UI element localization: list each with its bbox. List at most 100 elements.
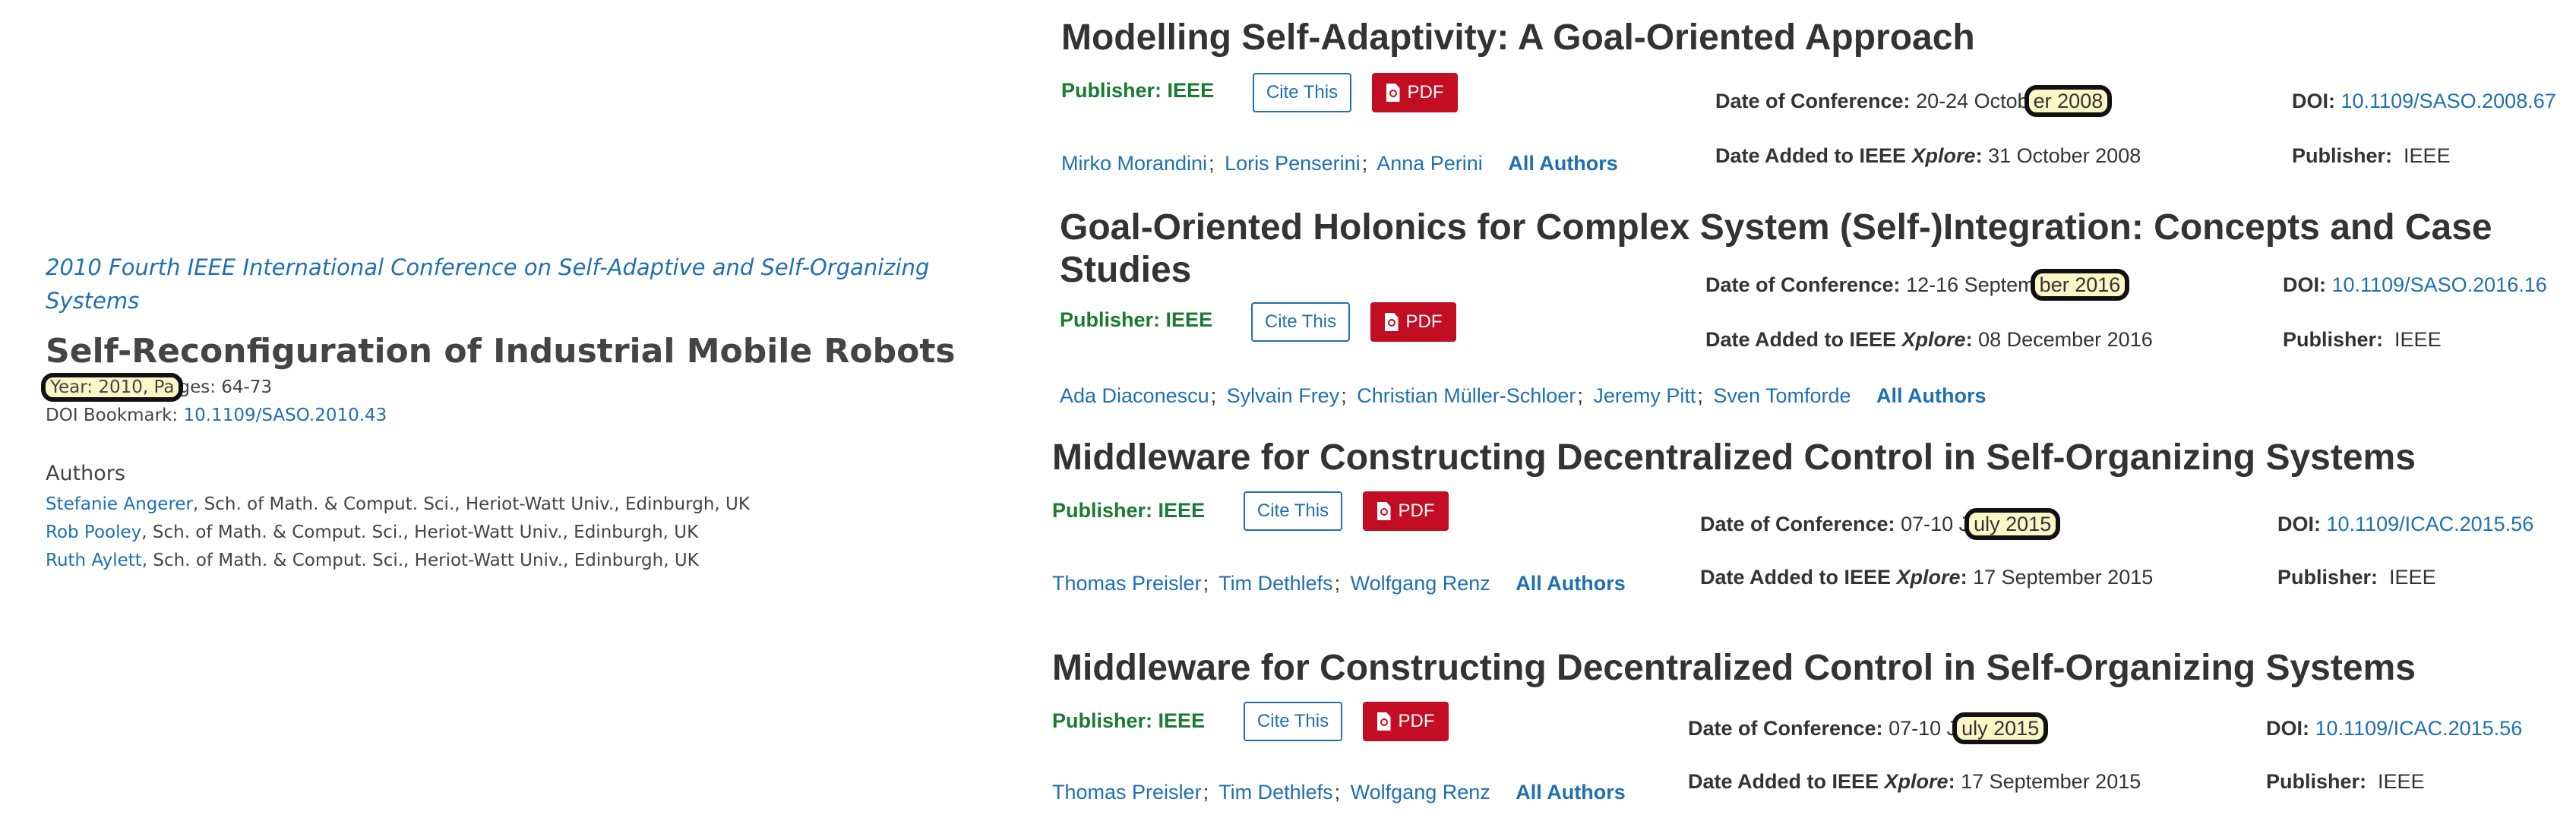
date-added-value: 31 October 2008 <box>1988 144 2141 167</box>
year-highlight: uly 2015 <box>1964 508 2061 540</box>
result-item-2: Goal-Oriented Holonics for Complex Syste… <box>1060 207 2564 412</box>
pdf-icon <box>1384 313 1399 331</box>
date-of-conference: Date of Conference: 07-10 July 2015 <box>1700 508 2061 540</box>
date-added: Date Added to IEEE Xplore: 17 September … <box>1700 566 2154 589</box>
publisher-label: Publisher: <box>1060 308 1161 331</box>
publisher-row: Publisher: IEEE <box>1052 499 1205 522</box>
result-title[interactable]: Middleware for Constructing Decentralize… <box>1052 647 2416 690</box>
date-added-label: Date Added to IEEE <box>1688 770 1885 793</box>
year-pages-line: Year: 2010, Pa ges: 64-73 <box>40 373 957 402</box>
date-of-conference: Date of Conference: 20-24 Octob er 2008 <box>1715 85 2113 117</box>
date-conf-label: Date of Conference: <box>1688 717 1883 740</box>
doi-link[interactable]: 10.1109/ICAC.2015.56 <box>2315 717 2523 740</box>
author-link[interactable]: Sylvain Frey <box>1227 384 1340 407</box>
author-link[interactable]: Wolfgang Renz <box>1351 781 1490 803</box>
author-link[interactable]: Christian Müller-Schloer <box>1357 384 1576 407</box>
pdf-icon <box>1377 502 1391 520</box>
article-title: Self-Reconfiguration of Industrial Mobil… <box>46 332 956 371</box>
publisher-value: IEEE <box>1158 499 1206 522</box>
doi-line: DOI Bookmark: 10.1109/SASO.2010.43 <box>46 402 957 430</box>
pages-value: 64-73 <box>221 377 273 397</box>
publisher-label: Publisher: <box>1052 709 1153 732</box>
all-authors-link[interactable]: All Authors <box>1876 384 1987 407</box>
doi-link[interactable]: 10.1109/SASO.2008.67 <box>2341 90 2556 112</box>
author-link[interactable]: Rob Pooley <box>46 522 141 542</box>
date-added: Date Added to IEEE Xplore: 31 October 20… <box>1715 144 2141 167</box>
publisher-value: IEEE <box>1158 709 1206 732</box>
publisher-row: Publisher: IEEE <box>1061 79 1214 103</box>
author-affiliation: , Sch. of Math. & Comput. Sci., Heriot-W… <box>141 522 699 542</box>
publisher-label: Publisher: <box>2266 770 2367 793</box>
date-added: Date Added to IEEE Xplore: 17 September … <box>1688 770 2141 793</box>
author-link[interactable]: Wolfgang Renz <box>1351 572 1490 595</box>
doi-link[interactable]: 10.1109/SASO.2016.16 <box>2332 273 2547 296</box>
year-label: Year: <box>50 377 93 397</box>
date-conf-label: Date of Conference: <box>1715 90 1911 112</box>
author-link[interactable]: Tim Dethlefs <box>1218 781 1333 803</box>
date-added-label: Date Added to IEEE <box>1715 144 1912 167</box>
date-conf-label: Date of Conference: <box>1705 273 1901 296</box>
author-link[interactable]: Thomas Preisler <box>1052 781 1202 803</box>
result-item-3: Middleware for Constructing Decentralize… <box>1052 437 2556 604</box>
year-highlight: uly 2015 <box>1952 712 2049 744</box>
doi-row: DOI: 10.1109/SASO.2016.16 <box>2283 273 2547 297</box>
publisher-row: Publisher: IEEE <box>1060 308 1212 332</box>
cite-this-button[interactable]: Cite This <box>1251 302 1350 342</box>
author-affiliation: , Sch. of Math. & Comput. Sci., Heriot-W… <box>141 551 699 570</box>
date-of-conference: Date of Conference: 12-16 Septem ber 2016 <box>1705 269 2130 301</box>
year-highlight: Year: 2010, Pa <box>40 373 184 402</box>
doi-row: DOI: 10.1109/SASO.2008.67 <box>2292 90 2556 113</box>
author-link[interactable]: Loris Penserini <box>1225 152 1361 175</box>
author-link[interactable]: Jeremy Pitt <box>1593 384 1696 407</box>
author-link[interactable]: Ruth Aylett <box>46 551 142 570</box>
publisher-info: Publisher: IEEE <box>2283 328 2442 352</box>
author-link[interactable]: Ada Diaconescu <box>1060 384 1209 407</box>
date-added-value: 17 September 2015 <box>1961 770 2141 793</box>
all-authors-link[interactable]: All Authors <box>1516 572 1626 595</box>
author-link[interactable]: Tim Dethlefs <box>1218 572 1333 595</box>
result-title[interactable]: Modelling Self-Adaptivity: A Goal-Orient… <box>1061 17 1975 59</box>
all-authors-link[interactable]: All Authors <box>1508 152 1618 175</box>
pdf-button[interactable]: PDF <box>1370 302 1456 342</box>
result-item-1: Modelling Self-Adaptivity: A Goal-Orient… <box>1061 17 2565 191</box>
author-affiliation: , Sch. of Math. & Comput. Sci., Heriot-W… <box>193 494 750 514</box>
author-link[interactable]: Sven Tomforde <box>1713 384 1851 407</box>
authors-list: Thomas Preisler; Tim Dethlefs; Wolfgang … <box>1052 781 1626 803</box>
date-conf-value: 07-10 J <box>1901 513 1970 535</box>
pdf-button[interactable]: PDF <box>1372 73 1458 112</box>
doi-label: DOI: <box>2277 513 2321 535</box>
cite-this-button[interactable]: Cite This <box>1253 73 1351 112</box>
authors-list: Mirko Morandini; Loris Penserini; Anna P… <box>1061 152 1618 175</box>
year-highlight: ber 2016 <box>2030 269 2130 301</box>
conference-name[interactable]: 2010 Fourth IEEE International Conferenc… <box>46 251 957 317</box>
publisher-label: Publisher: <box>2292 144 2393 167</box>
cite-this-button[interactable]: Cite This <box>1244 491 1342 531</box>
author-link[interactable]: Anna Perini <box>1377 152 1483 175</box>
publisher-row: Publisher: IEEE <box>1052 709 1205 733</box>
pdf-button[interactable]: PDF <box>1363 702 1449 741</box>
publisher-value: IEEE <box>2389 566 2436 589</box>
xplore-label: Xplore <box>1911 144 1976 167</box>
pdf-label: PDF <box>1407 82 1444 103</box>
publisher-value: IEEE <box>2378 770 2425 793</box>
doi-row: DOI: 10.1109/ICAC.2015.56 <box>2277 513 2533 536</box>
date-conf-value: 20-24 Octob <box>1916 90 2029 112</box>
publisher-value: IEEE <box>2404 144 2451 167</box>
date-conf-value: 07-10 J <box>1889 717 1958 740</box>
doi-link[interactable]: 10.1109/SASO.2010.43 <box>184 406 387 425</box>
date-added-value: 17 September 2015 <box>1973 566 2154 589</box>
author-link[interactable]: Thomas Preisler <box>1052 572 1202 595</box>
xplore-label: Xplore <box>1896 566 1961 589</box>
result-item-4: Middleware for Constructing Decentralize… <box>1052 647 2556 814</box>
author-link[interactable]: Stefanie Angerer <box>46 494 193 514</box>
cite-this-button[interactable]: Cite This <box>1244 702 1342 741</box>
doi-label: DOI: <box>2266 717 2309 740</box>
pdf-button[interactable]: PDF <box>1363 491 1449 531</box>
pdf-label: PDF <box>1398 500 1435 521</box>
result-title[interactable]: Middleware for Constructing Decentralize… <box>1052 437 2416 479</box>
all-authors-link[interactable]: All Authors <box>1516 781 1626 803</box>
pdf-label: PDF <box>1398 711 1435 731</box>
pdf-icon <box>1386 84 1400 102</box>
author-link[interactable]: Mirko Morandini <box>1061 152 1207 175</box>
doi-link[interactable]: 10.1109/ICAC.2015.56 <box>2327 513 2534 535</box>
